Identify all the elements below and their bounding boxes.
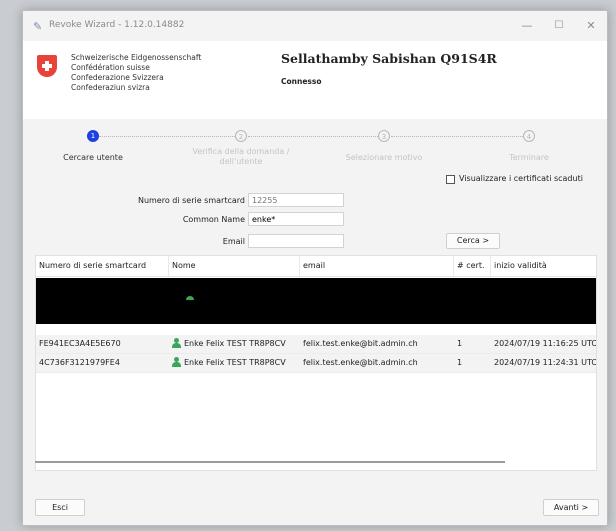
cell-cert-count: 1 [457, 339, 463, 348]
close-button[interactable]: ✕ [579, 17, 603, 35]
column-header-start-validity[interactable]: inizio validità [491, 256, 596, 276]
step-1-label: Cercare utente [63, 153, 123, 162]
show-expired-checkbox[interactable] [446, 175, 455, 184]
person-icon [186, 296, 194, 300]
confederation-line: Confederaziun svizra [71, 83, 150, 92]
confederation-line: Confederazione Svizzera [71, 73, 164, 82]
cell-serial: 4C736F3121979FE4 [39, 358, 120, 367]
step-connector [99, 136, 235, 137]
confederation-line: Schweizerische Eidgenossenschaft [71, 53, 202, 62]
cell-start-validity: 2024/07/19 11:16:25 UTC [494, 339, 596, 348]
common-name-input[interactable] [248, 212, 344, 226]
results-table[interactable]: Numero di serie smartcard Nome email # c… [35, 255, 597, 471]
column-header-name[interactable]: Nome [169, 256, 300, 276]
common-name-label: Common Name [182, 215, 245, 224]
column-header-serial[interactable]: Numero di serie smartcard [36, 256, 169, 276]
step-connector [391, 136, 523, 137]
step-3-indicator: 3 [378, 130, 390, 142]
header-banner: Schweizerische Eidgenossenschaft Confédé… [23, 41, 607, 119]
exit-button[interactable]: Esci [35, 499, 85, 516]
maximize-button[interactable]: ☐ [547, 17, 571, 35]
serial-number-label: Numero di serie smartcard [137, 196, 245, 205]
step-4-label: Terminare [509, 153, 549, 162]
revoke-wizard-window: ✎ Revoke Wizard - 1.12.0.14882 — ☐ ✕ Sch… [22, 10, 608, 526]
show-expired-label: Visualizzare i certificati scaduti [459, 174, 583, 183]
column-header-email[interactable]: email [300, 256, 454, 276]
step-1-indicator: 1 [87, 130, 99, 142]
search-button[interactable]: Cerca > [446, 233, 500, 249]
table-header: Numero di serie smartcard Nome email # c… [36, 256, 596, 277]
redacted-rows [36, 278, 596, 324]
cell-name: Enke Felix TEST TR8P8CV [169, 354, 300, 372]
cell-name-text: Enke Felix TEST TR8P8CV [184, 339, 286, 348]
cell-email: felix.test.enke@bit.admin.ch [303, 339, 418, 348]
column-header-cert-count[interactable]: # cert. [454, 256, 491, 276]
step-2-indicator: 2 [235, 130, 247, 142]
next-button[interactable]: Avanti > [543, 499, 599, 516]
connection-status: Connesso [281, 77, 322, 86]
email-label: Email [222, 237, 245, 246]
confederation-line: Confédération suisse [71, 63, 150, 72]
cell-name-text: Enke Felix TEST TR8P8CV [184, 358, 286, 367]
step-4-indicator: 4 [523, 130, 535, 142]
horizontal-scrollbar[interactable] [35, 461, 505, 463]
swiss-flag-icon [37, 55, 57, 77]
step-2-label-line: dell'utente [219, 157, 263, 166]
person-icon [172, 337, 181, 348]
cell-start-validity: 2024/07/19 11:24:31 UTC [494, 358, 596, 367]
cell-name: Enke Felix TEST TR8P8CV [169, 335, 300, 353]
window-title: Revoke Wizard - 1.12.0.14882 [49, 20, 185, 30]
title-bar[interactable]: ✎ Revoke Wizard - 1.12.0.14882 — ☐ ✕ [23, 11, 607, 41]
step-2-label: Verifica della domanda / dell'utente [181, 147, 301, 167]
minimize-button[interactable]: — [515, 17, 539, 35]
step-3-label: Selezionare motivo [345, 153, 423, 162]
cell-cert-count: 1 [457, 358, 463, 367]
table-row[interactable]: 4C736F3121979FE4 Enke Felix TEST TR8P8CV… [36, 354, 596, 373]
cell-serial: FE941EC3A4E5E670 [39, 339, 121, 348]
table-row[interactable]: FE941EC3A4E5E670 Enke Felix TEST TR8P8CV… [36, 335, 596, 354]
serial-number-input[interactable] [248, 193, 344, 207]
step-2-label-line: Verifica della domanda / [192, 147, 290, 156]
email-input[interactable] [248, 234, 344, 248]
cell-email: felix.test.enke@bit.admin.ch [303, 358, 418, 367]
app-feather-icon: ✎ [33, 20, 43, 33]
user-name: Sellathamby Sabishan Q91S4R [281, 51, 497, 66]
person-icon [172, 356, 181, 367]
step-connector [248, 136, 378, 137]
confederation-text: Schweizerische Eidgenossenschaft Confédé… [71, 53, 201, 93]
